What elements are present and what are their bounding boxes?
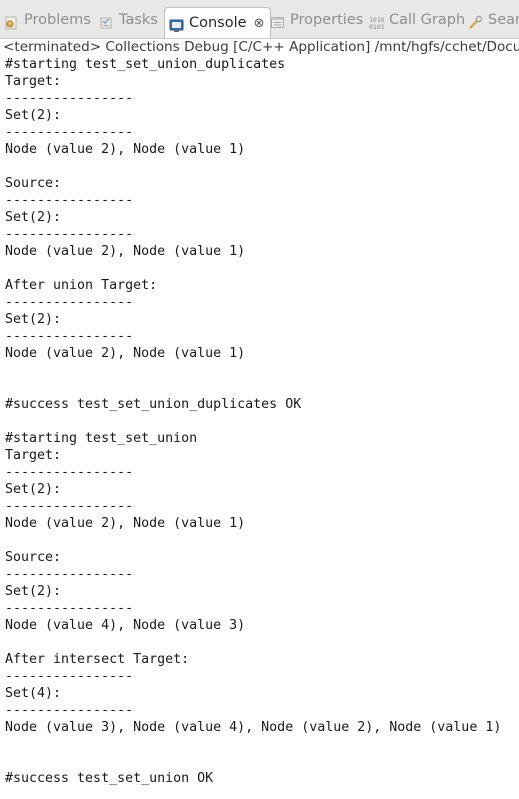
console-line: #starting test_set_union_duplicates	[5, 57, 286, 72]
console-line: Node (value 2), Node (value 1)	[5, 346, 246, 361]
console-line: ----------------	[5, 465, 134, 480]
console-line: Set(2):	[5, 210, 62, 225]
console-line: #success test_set_union_duplicates OK	[5, 397, 302, 412]
console-line: Set(2):	[5, 482, 62, 497]
console-line: Set(2):	[5, 312, 62, 327]
console-line: ----------------	[5, 601, 134, 616]
tab-label: Call Graph	[389, 12, 466, 28]
tab-search[interactable]: Searc	[468, 7, 519, 34]
console-line: ----------------	[5, 227, 134, 242]
tab-console[interactable]: Console ⊗	[164, 7, 272, 38]
console-line: ----------------	[5, 329, 134, 344]
tab-problems[interactable]: Problems	[4, 7, 91, 34]
console-line: After union Target:	[5, 278, 158, 293]
console-line: ----------------	[5, 125, 134, 140]
tab-label: Tasks	[119, 12, 158, 28]
tab-label: Console	[189, 15, 247, 31]
console-line: #success test_set_union OK	[5, 771, 214, 786]
console-line: After intersect Target:	[5, 652, 190, 667]
tab-label: Searc	[488, 12, 519, 28]
console-line: Set(4):	[5, 686, 62, 701]
console-output[interactable]: #starting test_set_union_duplicates Targe…	[5, 56, 519, 787]
close-tab-icon[interactable]: ⊗	[254, 10, 265, 37]
view-tab-bar: Problems Tasks Console ⊗ Properties 1010…	[0, 0, 519, 39]
tab-call-graph[interactable]: 1010 0101 Call Graph	[369, 7, 465, 34]
console-line: Source:	[5, 550, 62, 565]
tab-label: Properties	[290, 12, 364, 28]
console-line: Set(2):	[5, 108, 62, 123]
console-line: Target:	[5, 448, 62, 463]
console-line: ----------------	[5, 193, 134, 208]
console-line: Node (value 2), Node (value 1)	[5, 516, 246, 531]
search-icon	[468, 13, 483, 29]
console-line: ----------------	[5, 499, 134, 514]
console-line: Node (value 2), Node (value 1)	[5, 142, 246, 157]
call-graph-icon: 1010 0101	[369, 13, 385, 31]
console-icon	[169, 16, 184, 32]
console-line: Target:	[5, 74, 62, 89]
console-line: ----------------	[5, 91, 134, 106]
console-line: ----------------	[5, 669, 134, 684]
console-status-label: <terminated> Collections Debug [C/C++ Ap…	[3, 39, 519, 55]
console-line: ----------------	[5, 703, 134, 718]
properties-icon	[270, 13, 285, 28]
console-line: Source:	[5, 176, 62, 191]
console-line: ----------------	[5, 567, 134, 582]
console-line: Node (value 3), Node (value 4), Node (va…	[5, 720, 502, 735]
console-line: ----------------	[5, 295, 134, 310]
tab-properties[interactable]: Properties	[270, 7, 363, 34]
svg-text:0101: 0101	[369, 23, 384, 30]
console-line: Set(2):	[5, 584, 62, 599]
tasks-icon	[99, 13, 114, 29]
tab-tasks[interactable]: Tasks	[99, 7, 158, 34]
problems-icon	[4, 13, 19, 30]
tab-label: Problems	[24, 12, 91, 28]
console-line: #starting test_set_union	[5, 431, 198, 446]
console-line: Node (value 4), Node (value 3)	[5, 618, 246, 633]
console-line: Node (value 2), Node (value 1)	[5, 244, 246, 259]
